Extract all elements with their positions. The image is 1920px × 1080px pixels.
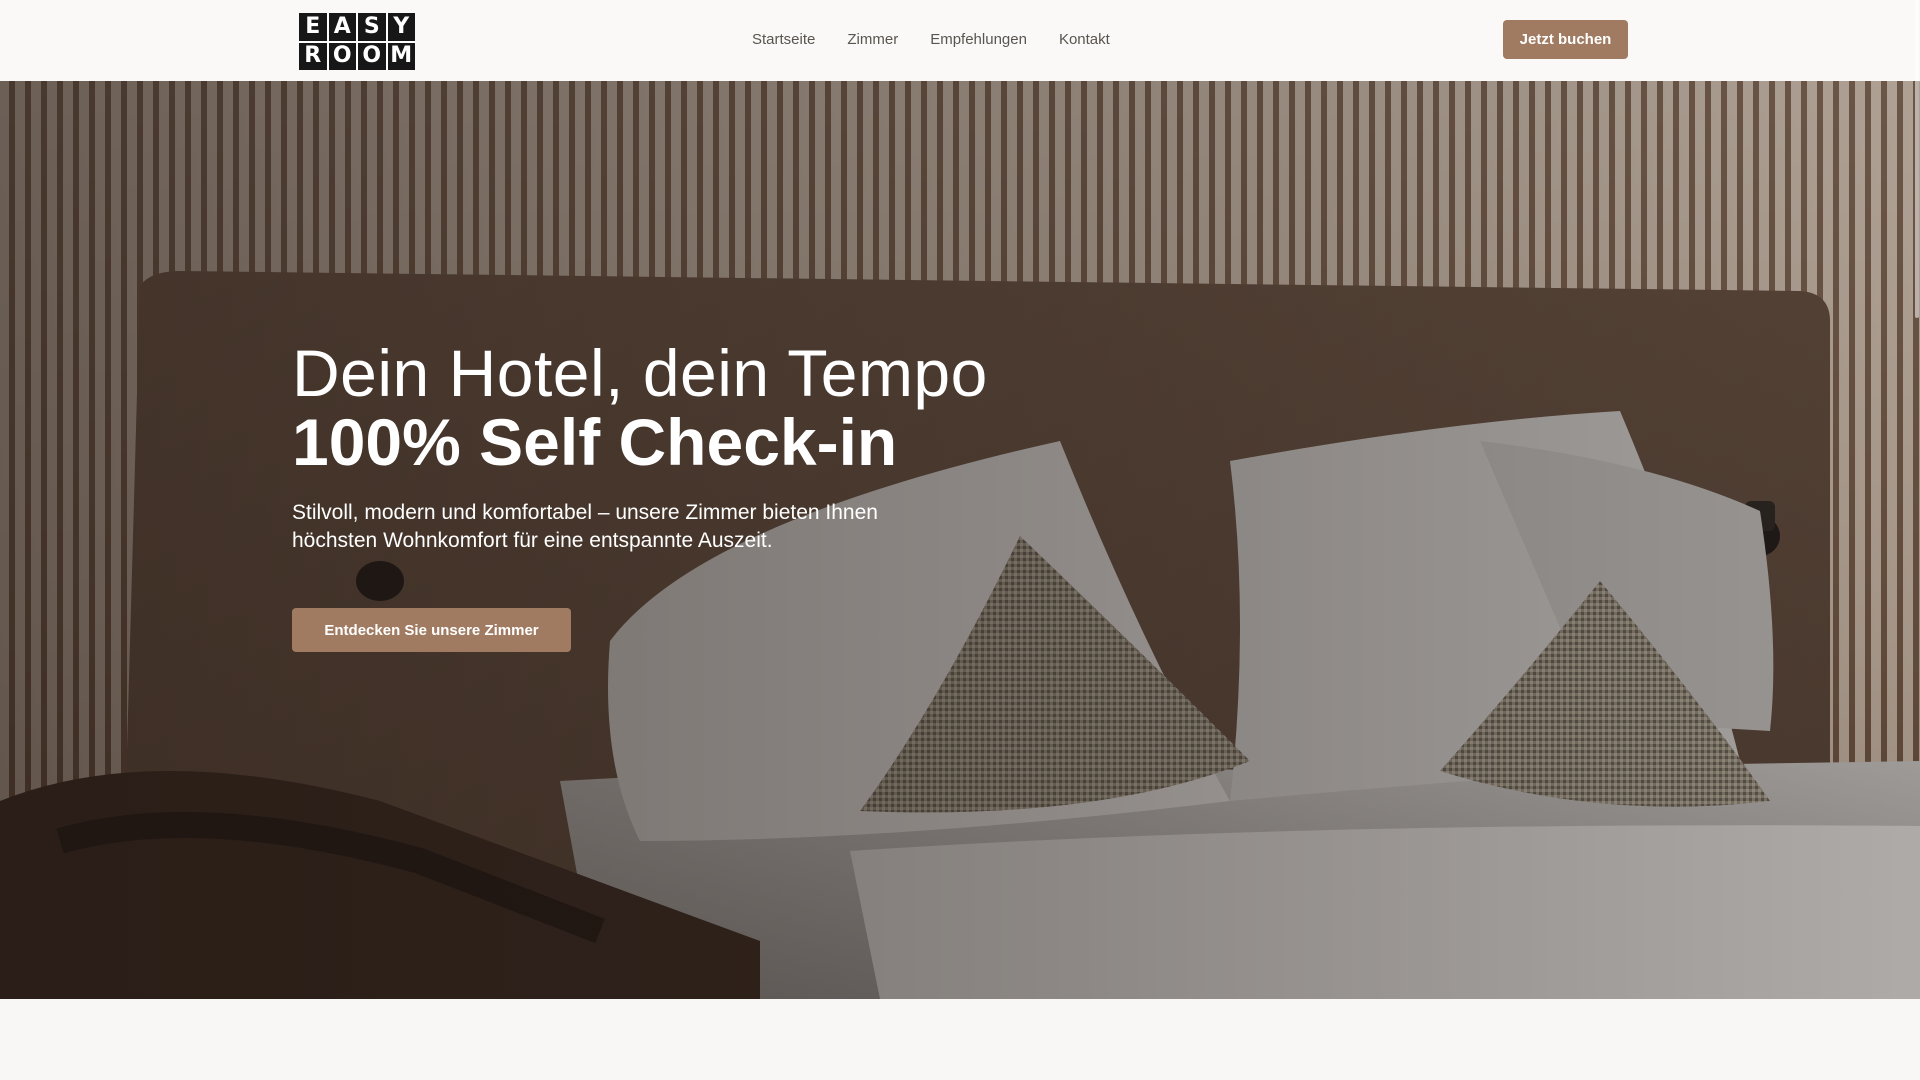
nav-item-kontakt[interactable]: Kontakt bbox=[1059, 28, 1110, 52]
explore-rooms-button[interactable]: Entdecken Sie unsere Zimmer bbox=[292, 608, 571, 652]
logo-letter: Y bbox=[387, 13, 415, 41]
nav-item-startseite[interactable]: Startseite bbox=[752, 28, 815, 52]
easyroom-logo[interactable]: E A S Y R O O M bbox=[299, 13, 415, 70]
nav-item-zimmer[interactable]: Zimmer bbox=[847, 28, 898, 52]
logo-letter: O bbox=[358, 42, 386, 70]
logo-letter: A bbox=[328, 13, 356, 41]
logo-letter: R bbox=[299, 42, 327, 70]
hero-title: Dein Hotel, dein Tempo bbox=[292, 336, 988, 410]
page-scrollbar[interactable] bbox=[1915, 0, 1919, 318]
logo-letter: E bbox=[299, 13, 327, 41]
logo-letter: O bbox=[328, 42, 356, 70]
logo-letter: S bbox=[358, 13, 386, 41]
hero-description: Stilvoll, modern und komfortabel – unser… bbox=[292, 501, 878, 552]
page: E A S Y R O O M Startseite Zimmer Empfeh… bbox=[0, 0, 1920, 1080]
hero-subtitle: 100% Self Check-in bbox=[292, 405, 898, 479]
site-header: E A S Y R O O M Startseite Zimmer Empfeh… bbox=[0, 0, 1920, 81]
hotel-room-photo bbox=[0, 81, 1920, 999]
logo-letter: M bbox=[387, 42, 415, 70]
main-nav: Startseite Zimmer Empfehlungen Kontakt bbox=[752, 28, 1110, 52]
book-now-button[interactable]: Jetzt buchen bbox=[1503, 20, 1628, 59]
nav-item-empfehlungen[interactable]: Empfehlungen bbox=[930, 28, 1027, 52]
hero-section: Dein Hotel, dein Tempo 100% Self Check-i… bbox=[0, 81, 1920, 999]
